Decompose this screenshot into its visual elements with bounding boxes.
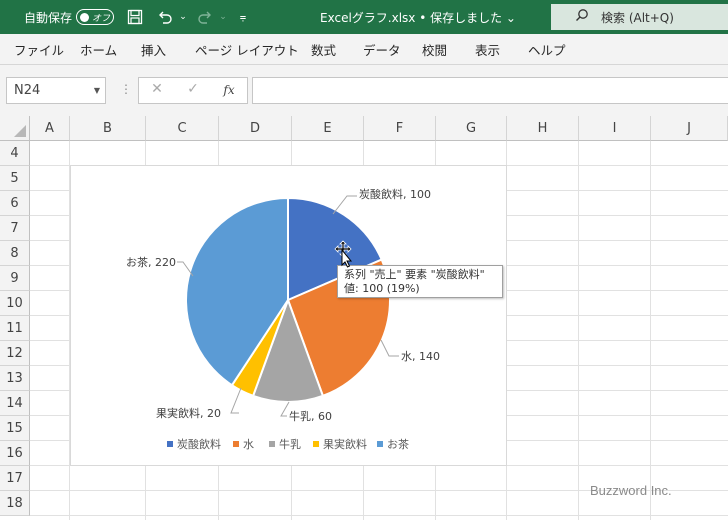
legend-label-4[interactable]: お茶 [387, 438, 409, 451]
column-header-f[interactable]: F [364, 116, 436, 141]
tooltip-value: 値: 100 (19%) [344, 282, 420, 295]
row-header-17[interactable]: 17 [0, 466, 30, 491]
column-header-h[interactable]: H [507, 116, 579, 141]
tab-view[interactable]: 表示 [475, 34, 500, 65]
column-header-b[interactable]: B [70, 116, 146, 141]
data-label-2: 牛乳, 60 [289, 409, 332, 423]
redo-dropdown-icon[interactable]: ⌄ [214, 8, 232, 26]
insert-function-icon[interactable]: fx [219, 83, 239, 97]
search-placeholder: 検索 (Alt+Q) [601, 10, 674, 25]
row-header-4[interactable]: 4 [0, 141, 30, 166]
toggle-knob [80, 12, 89, 22]
row-header-15[interactable]: 15 [0, 416, 30, 441]
gridline [578, 141, 579, 520]
document-title[interactable]: Excelグラフ.xlsx • 保存しました ⌄ [320, 0, 516, 34]
undo-dropdown-icon[interactable]: ⌄ [174, 8, 192, 26]
autosave-state: オフ [92, 13, 111, 24]
row-header-14[interactable]: 14 [0, 391, 30, 416]
pie-chart[interactable]: 炭酸飲料, 100 水, 140 牛乳, 60 果実飲料, 20 お茶, 220 炭酸飲料… [70, 165, 507, 466]
leader-line-3 [230, 387, 242, 414]
column-header-a[interactable]: A [30, 116, 70, 141]
column-header-g[interactable]: G [436, 116, 507, 141]
more-icon: ⋮ [120, 82, 132, 96]
column-header-c[interactable]: C [146, 116, 219, 141]
row-header-9[interactable]: 9 [0, 266, 30, 291]
legend-swatch-0 [167, 441, 173, 447]
leader-line-2 [280, 401, 290, 417]
save-icon[interactable] [126, 8, 144, 26]
autosave-toggle[interactable]: オフ [76, 9, 114, 25]
chevron-down-icon[interactable]: ▼ [94, 86, 100, 95]
gridline [30, 515, 728, 516]
data-label-0: 炭酸飲料, 100 [359, 187, 431, 201]
row-header-11[interactable]: 11 [0, 316, 30, 341]
legend-label-0[interactable]: 炭酸飲料 [177, 437, 221, 451]
undo-icon[interactable] [156, 8, 174, 26]
gridline [650, 141, 651, 520]
leader-line-1 [380, 339, 399, 357]
tab-data[interactable]: データ [363, 34, 401, 65]
row-header-12[interactable]: 12 [0, 341, 30, 366]
tooltip-series: 系列 "売上" 要素 "炭酸飲料" [344, 268, 485, 281]
data-label-3: 果実飲料, 20 [156, 406, 221, 420]
legend-label-3[interactable]: 果実飲料 [323, 437, 367, 451]
tab-formulas[interactable]: 数式 [311, 34, 336, 65]
legend-label-2[interactable]: 牛乳 [279, 437, 301, 451]
watermark: Buzzword Inc. [590, 483, 672, 498]
column-header-j[interactable]: J [651, 116, 728, 141]
name-box-value: N24 [14, 83, 41, 98]
row-header-18[interactable]: 18 [0, 491, 30, 516]
tab-file[interactable]: ファイル [14, 34, 64, 65]
select-all-triangle [14, 125, 26, 137]
title-bar: 自動保存 オフ ⌄ ⌄ ⩦ Excelグラフ.xlsx • 保存しました ⌄ 検… [0, 0, 728, 34]
formula-buttons: ✕ ✓ fx [138, 77, 248, 104]
formula-input[interactable] [252, 77, 728, 104]
customize-icon[interactable]: ⩦ [234, 8, 252, 26]
redo-icon[interactable] [196, 8, 214, 26]
column-header-d[interactable]: D [219, 116, 292, 141]
tab-review[interactable]: 校閲 [422, 34, 447, 65]
search-icon [567, 8, 597, 26]
chart-tooltip: 系列 "売上" 要素 "炭酸飲料" 値: 100 (19%) [337, 265, 503, 298]
search-box[interactable]: 検索 (Alt+Q) [551, 4, 728, 30]
enter-icon[interactable]: ✓ [183, 81, 203, 97]
name-box[interactable]: N24 ▼ [6, 77, 106, 104]
column-header-i[interactable]: I [579, 116, 651, 141]
formula-bar: N24 ▼ ⋮ ✕ ✓ fx [0, 65, 728, 116]
row-header-10[interactable]: 10 [0, 291, 30, 316]
column-header-e[interactable]: E [292, 116, 364, 141]
select-all-button[interactable] [0, 116, 30, 141]
row-header-16[interactable]: 16 [0, 441, 30, 466]
row-header-8[interactable]: 8 [0, 241, 30, 266]
data-label-1: 水, 140 [401, 350, 440, 363]
row-header-13[interactable]: 13 [0, 366, 30, 391]
tab-insert[interactable]: 挿入 [141, 34, 166, 65]
data-label-4: お茶, 220 [126, 256, 176, 269]
ribbon-tabs: ファイル ホーム 挿入 ページ レイアウト 数式 データ 校閲 表示 ヘルプ [0, 34, 728, 65]
legend-swatch-2 [269, 441, 275, 447]
legend-swatch-4 [377, 441, 383, 447]
row-header-5[interactable]: 5 [0, 166, 30, 191]
move-cursor-icon [334, 240, 354, 268]
row-header-7[interactable]: 7 [0, 216, 30, 241]
autosave-label: 自動保存 [24, 10, 73, 25]
tab-help[interactable]: ヘルプ [528, 34, 566, 65]
legend-swatch-3 [313, 441, 319, 447]
legend-swatch-1 [233, 441, 239, 447]
legend-label-1[interactable]: 水 [243, 438, 254, 451]
cancel-icon[interactable]: ✕ [147, 81, 167, 97]
tab-page-layout[interactable]: ページ レイアウト [195, 34, 299, 65]
tab-home[interactable]: ホーム [80, 34, 117, 65]
row-header-6[interactable]: 6 [0, 191, 30, 216]
pie-chart-canvas: 炭酸飲料, 100 水, 140 牛乳, 60 果実飲料, 20 お茶, 220 炭酸飲料… [126, 187, 440, 451]
